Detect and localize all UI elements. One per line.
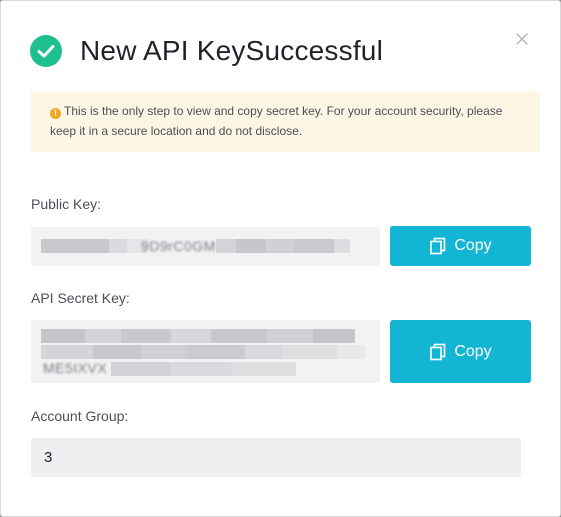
- security-notice: ! This is the only step to view and copy …: [31, 91, 540, 152]
- copy-icon: [430, 343, 446, 360]
- copy-icon: [430, 237, 446, 255]
- secret-key-field[interactable]: ME5IXVX: [31, 320, 380, 383]
- copy-label: Copy: [454, 342, 492, 360]
- check-circle-icon: [30, 35, 62, 67]
- public-key-fragment: 9D9rC0GM: [141, 238, 216, 254]
- api-key-success-dialog: New API KeySuccessful ! This is the only …: [0, 0, 561, 517]
- account-group-label: Account Group:: [31, 408, 129, 424]
- secret-key-fragment: ME5IXVX: [43, 360, 108, 376]
- public-key-label: Public Key:: [31, 196, 102, 212]
- copy-label: Copy: [454, 237, 492, 254]
- account-group-field[interactable]: 3: [31, 438, 521, 477]
- close-button[interactable]: [514, 31, 530, 47]
- public-key-field[interactable]: 9D9rC0GM: [31, 227, 380, 266]
- dialog-title: New API KeySuccessful: [80, 35, 383, 66]
- warning-icon: !: [50, 108, 61, 119]
- notice-text: This is the only step to view and copy s…: [50, 104, 503, 138]
- copy-public-key-button[interactable]: Copy: [390, 226, 531, 266]
- close-icon: [516, 33, 528, 45]
- copy-secret-key-button[interactable]: Copy: [390, 320, 531, 383]
- masked-value: [111, 362, 296, 376]
- masked-value: [41, 239, 147, 253]
- masked-value: [41, 345, 365, 359]
- masked-value: [41, 329, 355, 343]
- dialog-header: New API KeySuccessful: [30, 31, 383, 71]
- secret-key-label: API Secret Key:: [31, 290, 130, 306]
- masked-value: [216, 239, 350, 253]
